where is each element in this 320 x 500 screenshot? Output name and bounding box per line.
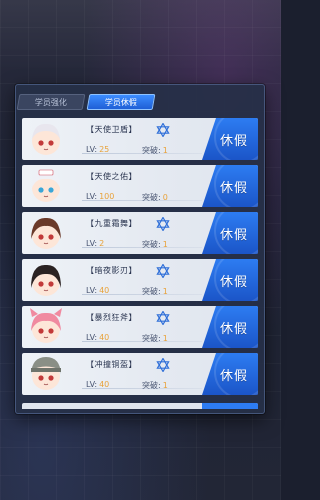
chibi-avatar-icon [30,308,62,343]
level-value: 2 [99,239,105,248]
breakthrough-value: 1 [162,381,168,390]
student-breakthrough: 突破: 1 [142,380,168,391]
level-value: 40 [99,380,110,389]
chibi-avatar-icon [31,217,61,249]
breakthrough-label: 突破: [142,381,161,390]
hexagram-star-icon [156,358,170,372]
rest-button-label: 休假 [219,321,248,337]
rest-button[interactable]: 休假 [202,353,258,395]
breakthrough-label: 突破: [142,193,161,202]
level-value: 40 [99,333,110,342]
rest-button[interactable]: 休假 [202,165,258,207]
student-name: 【天使卫盾】 [86,125,137,134]
hexagram-star-icon [156,123,170,137]
student-card: 【九重霜舞】 LV: 2 突破: 1 休假 [22,212,258,254]
student-avatar [26,354,66,394]
student-avatar [26,119,66,159]
level-label: LV: [86,286,98,295]
level-value: 40 [99,286,110,295]
level-label: LV: [86,333,98,342]
student-breakthrough: 突破: 1 [142,286,168,297]
rest-button[interactable]: 休假 [202,259,258,301]
chibi-avatar-icon [31,264,61,296]
breakthrough-value: 1 [162,287,168,296]
hexagram-star-icon [156,264,170,278]
level-value: 100 [99,192,115,201]
student-avatar [26,307,66,347]
rest-button-label: 休假 [219,133,248,149]
student-avatar [26,213,66,253]
tab-student-enhance[interactable]: 学员强化 [16,94,86,110]
student-avatar [26,166,66,206]
student-card: 【暴烈狂斧】 LV: 40 突破: 1 休假 [22,306,258,348]
tab-student-rest-label: 学员休假 [104,98,137,107]
student-list: 【天使卫盾】 LV: 25 突破: 1 休假 【天使之佑】 LV: 100 突破: 0 … [22,118,258,400]
tab-student-enhance-label: 学员强化 [34,98,67,107]
student-level: LV: 25 [86,145,109,154]
breakthrough-label: 突破: [142,287,161,296]
rest-button[interactable]: 休假 [202,306,258,348]
student-level: LV: 2 [86,239,104,248]
student-name: 【暴烈狂斧】 [86,313,137,322]
student-breakthrough: 突破: 1 [142,239,168,250]
student-name: 【九重霜舞】 [86,219,137,228]
chibi-avatar-icon [32,123,60,155]
chibi-avatar-icon [32,169,60,202]
hexagram-star-icon [156,311,170,325]
rest-button[interactable]: 休假 [202,118,258,160]
level-label: LV: [86,239,98,248]
student-card: 【暗夜影刃】 LV: 40 突破: 1 休假 [22,259,258,301]
level-label: LV: [86,192,98,201]
student-card: 【天使之佑】 LV: 100 突破: 0 休假 [22,165,258,207]
rest-button-label: 休假 [219,368,248,384]
student-breakthrough: 突破: 1 [142,145,168,156]
breakthrough-value: 1 [162,146,168,155]
level-label: LV: [86,145,98,154]
breakthrough-value: 0 [162,193,168,202]
chibi-avatar-icon [31,357,61,390]
breakthrough-label: 突破: [142,334,161,343]
student-name: 【冲撞铜盔】 [86,360,137,369]
student-level: LV: 40 [86,286,109,295]
student-level: LV: 40 [86,333,109,342]
rest-button[interactable]: 休假 [202,212,258,254]
student-card: 【天使卫盾】 LV: 25 突破: 1 休假 [22,118,258,160]
student-name: 【暗夜影刃】 [86,266,137,275]
level-value: 25 [99,145,110,154]
student-level: LV: 40 [86,380,109,389]
rest-button-label: 休假 [219,227,248,243]
tab-student-rest[interactable]: 学员休假 [86,94,156,110]
breakthrough-label: 突破: [142,240,161,249]
breakthrough-value: 1 [162,240,168,249]
rest-button-label: 休假 [219,274,248,290]
student-card: 【冲撞铜盔】 LV: 40 突破: 1 休假 [22,353,258,395]
student-breakthrough: 突破: 1 [142,333,168,344]
breakthrough-label: 突破: [142,146,161,155]
student-breakthrough: 突破: 0 [142,192,168,203]
hexagram-star-icon [156,217,170,231]
student-avatar [26,260,66,300]
breakthrough-value: 1 [162,334,168,343]
background-top-glow [0,0,281,70]
tab-bar: 学员强化 学员休假 [16,94,156,110]
level-label: LV: [86,380,98,389]
rest-button-label: 休假 [219,180,248,196]
student-level: LV: 100 [86,192,114,201]
student-card-partial [22,403,258,409]
student-name: 【天使之佑】 [86,172,137,181]
